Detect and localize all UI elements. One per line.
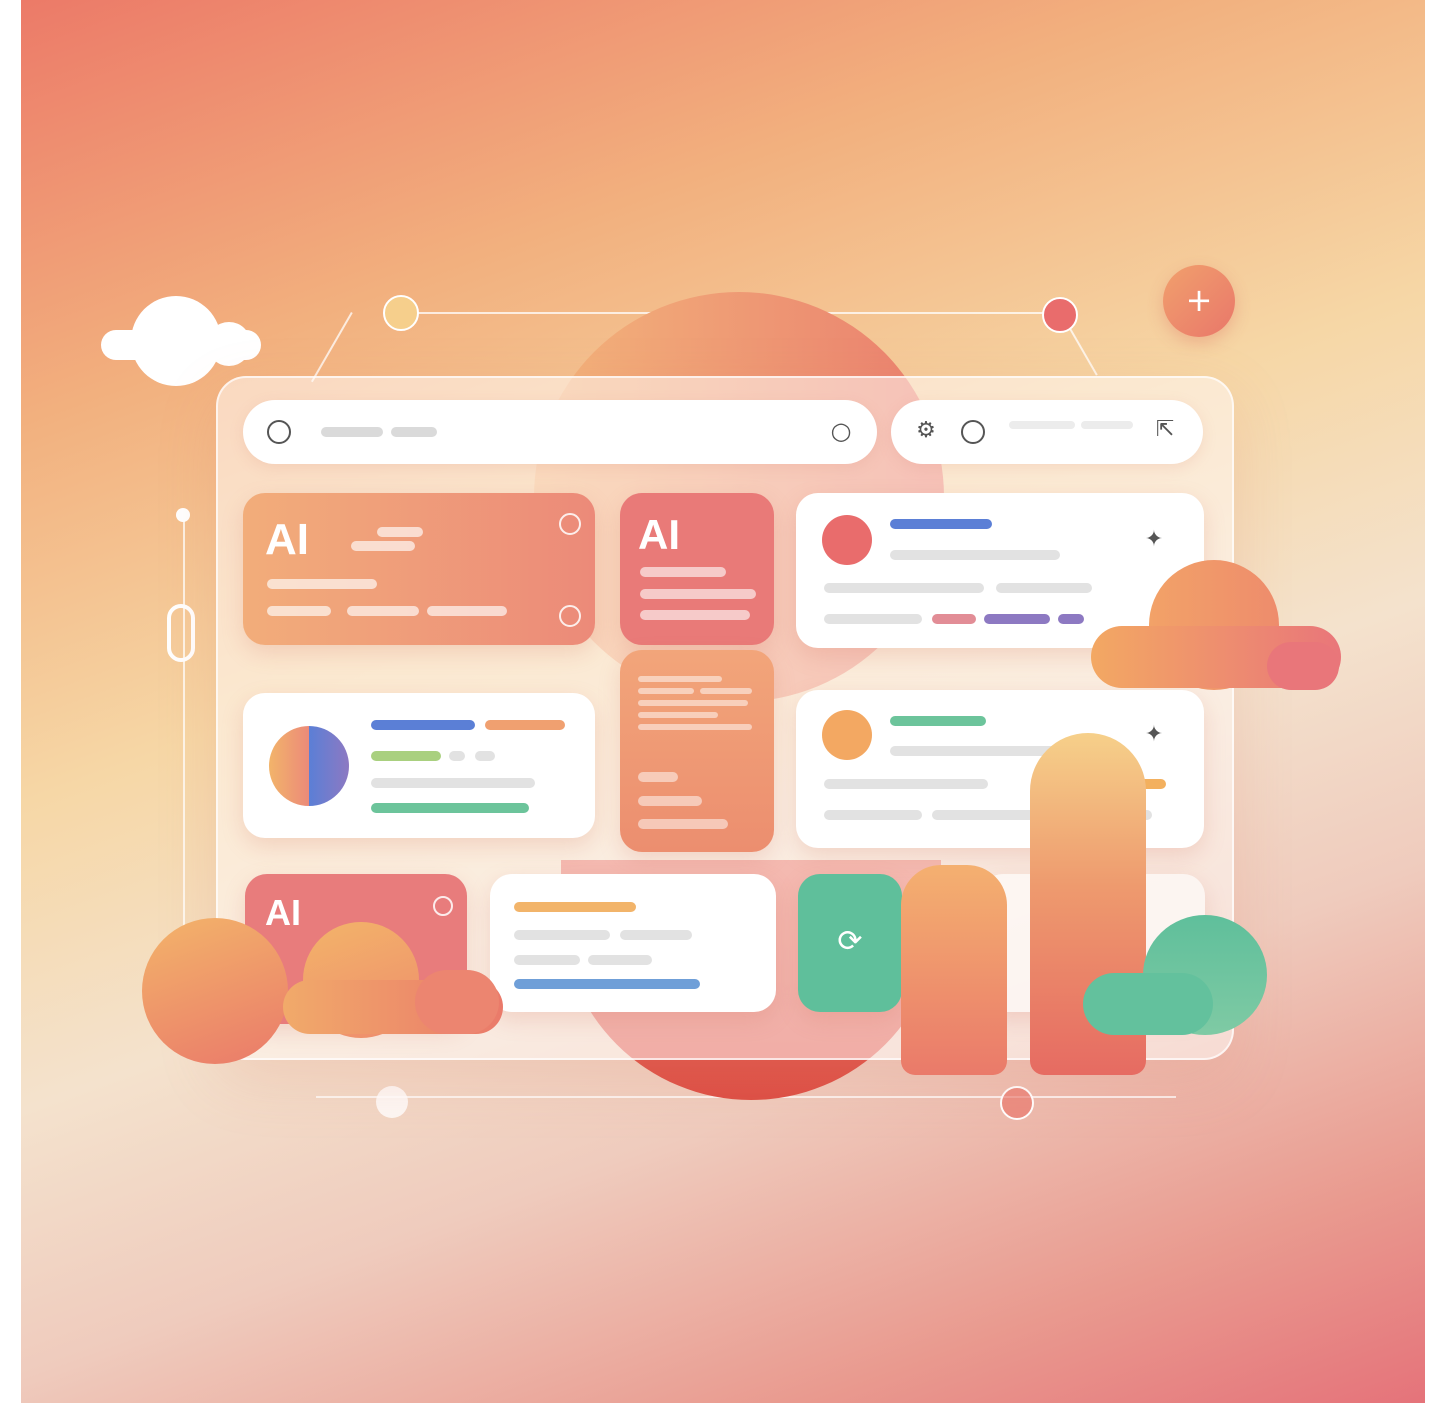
sparkle-icon[interactable]: ✦ bbox=[1140, 722, 1168, 747]
cloud-white bbox=[101, 296, 261, 386]
circle-icon bbox=[433, 896, 453, 916]
refresh-icon: ⟳ bbox=[837, 924, 863, 959]
avatar bbox=[822, 515, 872, 565]
connector-line-left bbox=[311, 312, 353, 383]
ai-card-label: AI bbox=[265, 515, 309, 564]
plus-icon: + bbox=[1185, 281, 1213, 319]
node-red bbox=[1042, 297, 1078, 333]
blob-orange-circle bbox=[142, 918, 288, 1064]
circle-icon bbox=[559, 605, 581, 627]
sparkle-icon[interactable]: ✦ bbox=[1140, 527, 1168, 552]
search-icon[interactable]: ○ bbox=[827, 417, 855, 445]
list-card[interactable] bbox=[490, 874, 776, 1012]
chart-card[interactable] bbox=[243, 693, 595, 838]
connector-line-vertical bbox=[183, 520, 185, 940]
node-bottom-right bbox=[1000, 1086, 1034, 1120]
circle-icon bbox=[559, 513, 581, 535]
bar-short bbox=[901, 865, 1007, 1075]
node-yellow bbox=[383, 295, 419, 331]
circle-icon[interactable] bbox=[961, 420, 985, 444]
chain-link bbox=[167, 604, 195, 662]
cloud-orange bbox=[1091, 560, 1341, 690]
cloud-teal bbox=[1083, 915, 1269, 1037]
circle-icon bbox=[267, 420, 291, 444]
export-icon[interactable]: ⇱ bbox=[1151, 417, 1179, 442]
document-card[interactable] bbox=[620, 650, 774, 852]
search-bar[interactable]: ○ bbox=[243, 400, 877, 464]
ai-card-wide[interactable]: AI bbox=[243, 493, 595, 645]
node-white bbox=[376, 1086, 408, 1118]
pie-chart-icon bbox=[269, 726, 349, 806]
illustration-canvas: + ○ ⚙ ⇱ AI AI ✦ ✦ AI ⟳ bbox=[21, 0, 1425, 1403]
node-pin bbox=[176, 508, 190, 522]
ai-card-label: AI bbox=[638, 511, 680, 558]
toolbar: ⚙ ⇱ bbox=[891, 400, 1203, 464]
ai-card-small[interactable]: AI bbox=[620, 493, 774, 645]
plus-button[interactable]: + bbox=[1163, 265, 1235, 337]
globe-icon[interactable]: ⚙ bbox=[913, 418, 939, 443]
avatar bbox=[822, 710, 872, 760]
refresh-card[interactable]: ⟳ bbox=[798, 874, 902, 1012]
cloud-orange-bottom bbox=[283, 922, 503, 1038]
